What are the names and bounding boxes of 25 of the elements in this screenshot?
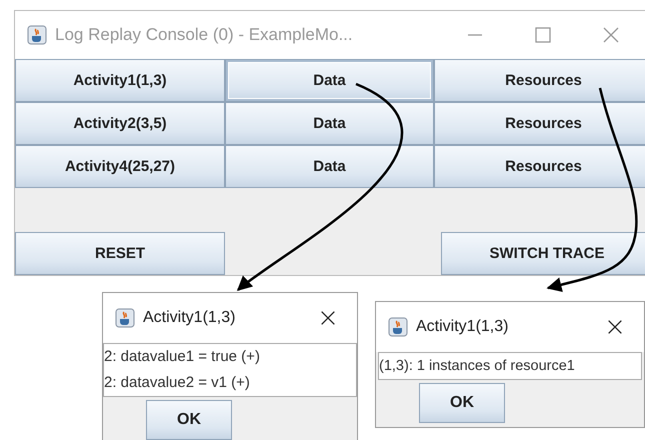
close-icon[interactable] [319, 309, 337, 327]
message-line: 2: datavalue1 = true (+) [104, 347, 261, 367]
activity-button[interactable]: Activity1(1,3) [15, 59, 225, 102]
activity-button[interactable]: Activity4(25,27) [15, 145, 225, 188]
data-button[interactable]: Data [225, 145, 434, 188]
dialog-title: Activity1(1,3) [143, 309, 236, 327]
coffee-cup-icon [27, 25, 47, 45]
resources-button[interactable]: Resources [434, 102, 645, 145]
message-line: 2: datavalue2 = v1 (+) [104, 373, 251, 393]
message-line: (1,3): 1 instances of resource1 [379, 357, 576, 376]
reset-button[interactable]: RESET [15, 232, 225, 275]
switch-trace-button[interactable]: SWITCH TRACE [441, 232, 645, 275]
close-icon[interactable] [606, 318, 624, 336]
resources-button[interactable]: Resources [434, 145, 645, 188]
ok-button[interactable]: OK [146, 400, 232, 440]
maximize-icon[interactable] [533, 25, 553, 45]
resources-button[interactable]: Resources [434, 59, 645, 102]
data-button[interactable]: Data [225, 59, 434, 102]
window-title: Log Replay Console (0) - ExampleMo... [55, 25, 354, 45]
data-button[interactable]: Data [225, 102, 434, 145]
ok-button[interactable]: OK [419, 383, 505, 423]
activity-button[interactable]: Activity2(3,5) [15, 102, 225, 145]
dialog-title: Activity1(1,3) [416, 318, 510, 336]
coffee-cup-icon [115, 308, 135, 328]
coffee-cup-icon [388, 317, 408, 337]
